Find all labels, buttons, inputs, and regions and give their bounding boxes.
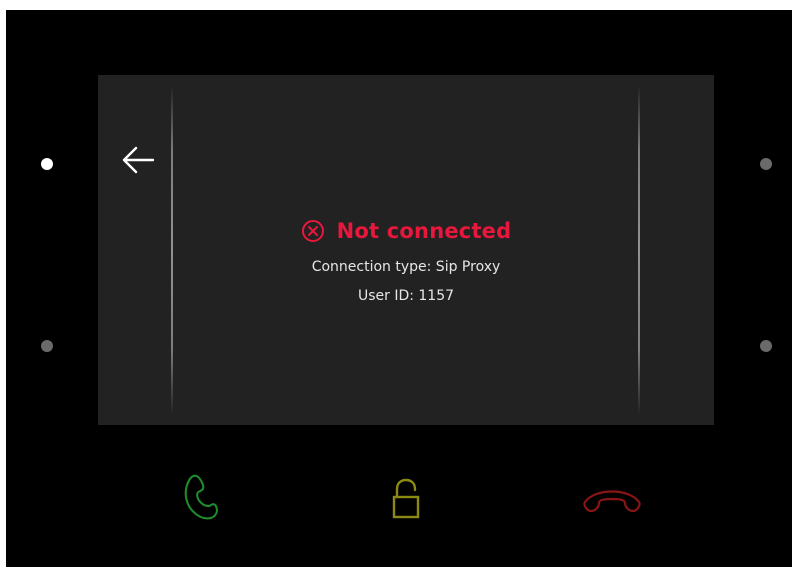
indicator-dot-top-right: [760, 158, 772, 170]
indicator-dot-top-left: [41, 158, 53, 170]
hang-up-button[interactable]: [581, 480, 643, 518]
arrow-left-icon: [122, 146, 155, 174]
display-screen: Not connected Connection type: Sip Proxy…: [98, 75, 714, 425]
user-id-text: User ID: 1157: [357, 288, 455, 304]
indicator-dot-bottom-left: [41, 340, 53, 352]
intercom-device: Not connected Connection type: Sip Proxy…: [6, 10, 792, 567]
left-divider: [171, 85, 173, 415]
status-title: Not connected: [336, 219, 512, 243]
connection-status: Not connected: [98, 219, 714, 243]
unlock-door-button[interactable]: [390, 478, 422, 522]
connection-type-text: Connection type: Sip Proxy: [311, 259, 501, 275]
right-divider: [638, 85, 640, 415]
back-button[interactable]: [118, 143, 158, 177]
phone-hangup-icon: [583, 490, 641, 513]
answer-call-button[interactable]: [181, 470, 221, 530]
padlock-open-icon: [392, 478, 420, 519]
phone-answer-icon: [184, 474, 218, 520]
indicator-dot-bottom-right: [760, 340, 772, 352]
circle-x-icon: [301, 220, 324, 242]
